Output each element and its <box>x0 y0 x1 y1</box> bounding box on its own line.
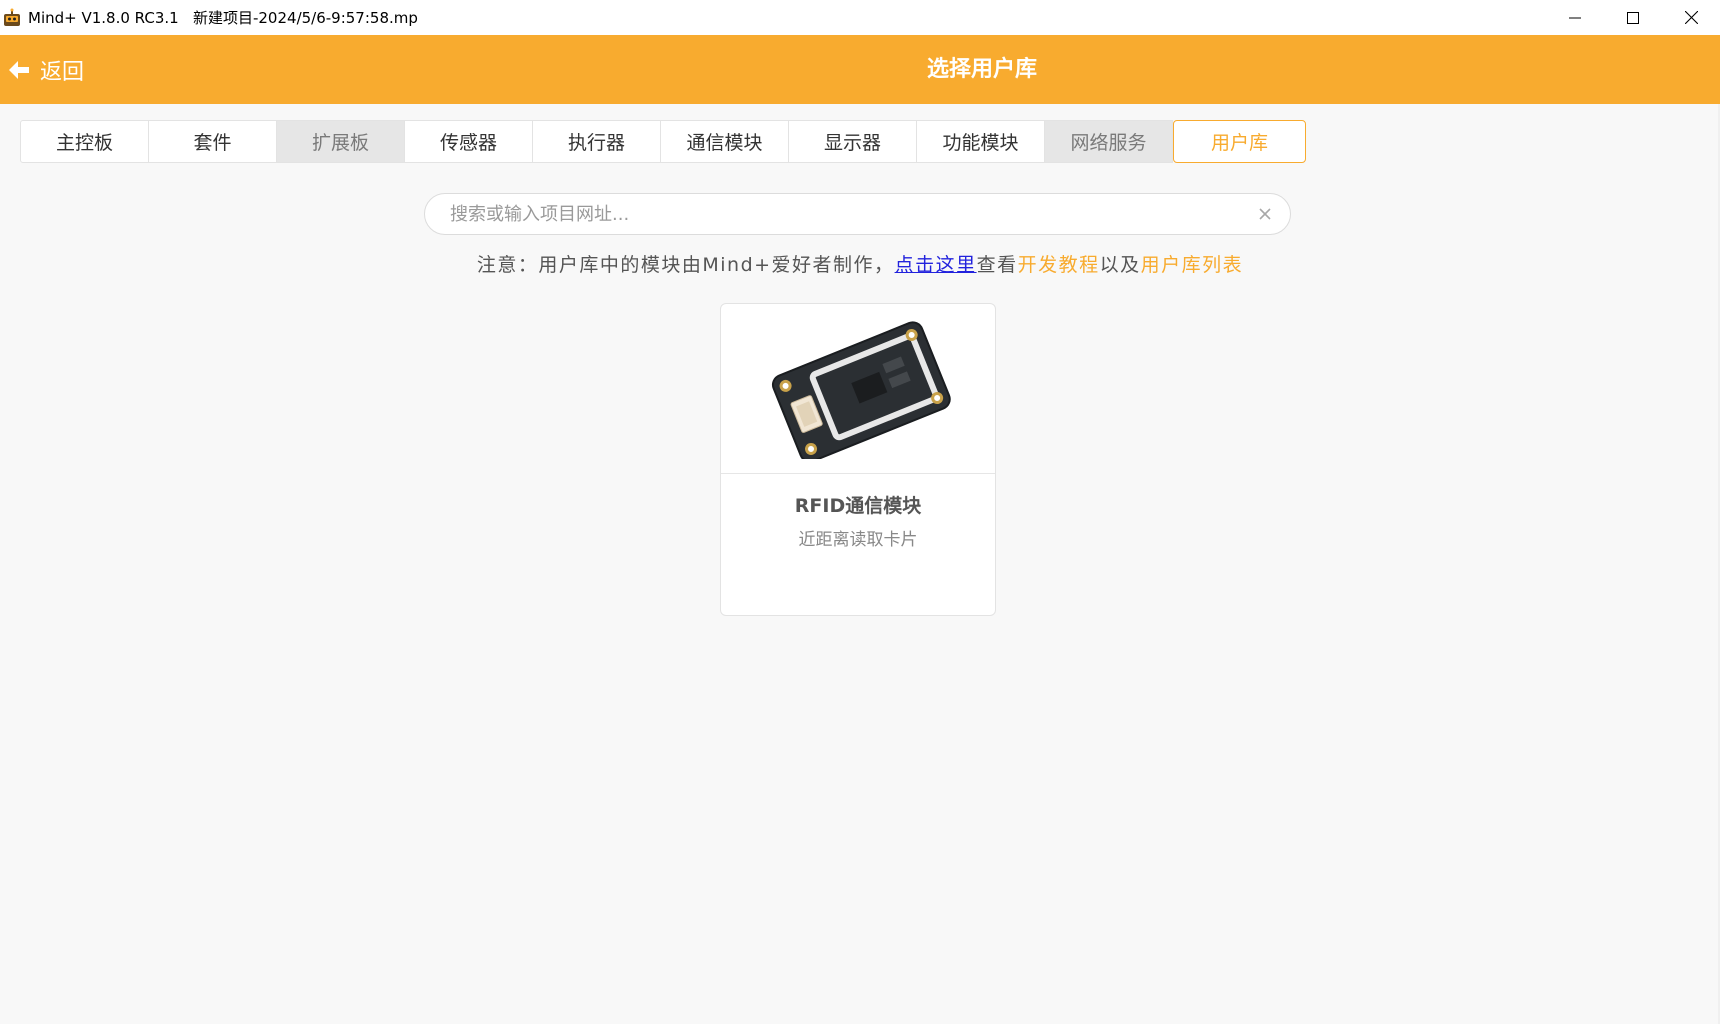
close-window-button[interactable] <box>1662 0 1720 35</box>
window-title: Mind+ V1.8.0 RC3.1 新建项目-2024/5/6-9:57:58… <box>28 9 418 27</box>
arrow-left-icon <box>9 60 29 79</box>
back-button[interactable]: 返回 <box>8 35 84 104</box>
page-header: 返回 选择用户库 <box>0 35 1720 104</box>
notice-text: 注意：用户库中的模块由Mind+爱好者制作， <box>476 254 895 276</box>
user-library-list-link[interactable]: 用户库列表 <box>1141 254 1244 276</box>
card-title: RFID通信模块 <box>794 495 922 517</box>
tab-displays[interactable]: 显示器 <box>788 120 917 163</box>
card-description: 近距离读取卡片 <box>798 530 918 550</box>
close-icon[interactable] <box>1256 205 1274 223</box>
search-box <box>424 193 1291 235</box>
click-here-link[interactable]: 点击这里 <box>895 254 977 276</box>
tab-function-modules[interactable]: 功能模块 <box>916 120 1045 163</box>
tab-expansion-board[interactable]: 扩展板 <box>276 120 405 163</box>
mindplus-robot-icon <box>2 8 22 28</box>
dev-tutorial-link[interactable]: 开发教程 <box>1018 254 1100 276</box>
search-input[interactable] <box>450 194 1230 234</box>
tab-kits[interactable]: 套件 <box>148 120 277 163</box>
window-title-bar: Mind+ V1.8.0 RC3.1 新建项目-2024/5/6-9:57:58… <box>0 0 1720 35</box>
tab-actuators[interactable]: 执行器 <box>532 120 661 163</box>
page-title: 选择用户库 <box>926 57 1037 82</box>
back-label: 返回 <box>40 59 85 85</box>
notice-text-and: 以及 <box>1099 254 1141 276</box>
tab-user-library[interactable]: 用户库 <box>1173 120 1306 163</box>
user-library-notice: 注意：用户库中的模块由Mind+爱好者制作，点击这里查看开发教程以及用户库列表 <box>0 250 1720 277</box>
tab-sensors[interactable]: 传感器 <box>404 120 533 163</box>
maximize-button[interactable] <box>1604 0 1662 35</box>
tab-communication[interactable]: 通信模块 <box>660 120 789 163</box>
rfid-module-image <box>721 304 995 474</box>
window-controls <box>1546 0 1720 35</box>
maximize-icon <box>1627 11 1639 24</box>
library-card-rfid[interactable]: RFID通信模块 近距离读取卡片 <box>720 303 996 616</box>
tab-main-board[interactable]: 主控板 <box>20 120 149 163</box>
minimize-button[interactable] <box>1546 0 1604 35</box>
category-tabs: 主控板 套件 扩展板 传感器 执行器 通信模块 显示器 功能模块 网络服务 用户… <box>20 120 1306 163</box>
minimize-icon <box>1569 17 1581 18</box>
notice-text-view: 查看 <box>976 254 1018 276</box>
tab-network-services[interactable]: 网络服务 <box>1044 120 1173 163</box>
close-icon <box>1684 11 1698 24</box>
